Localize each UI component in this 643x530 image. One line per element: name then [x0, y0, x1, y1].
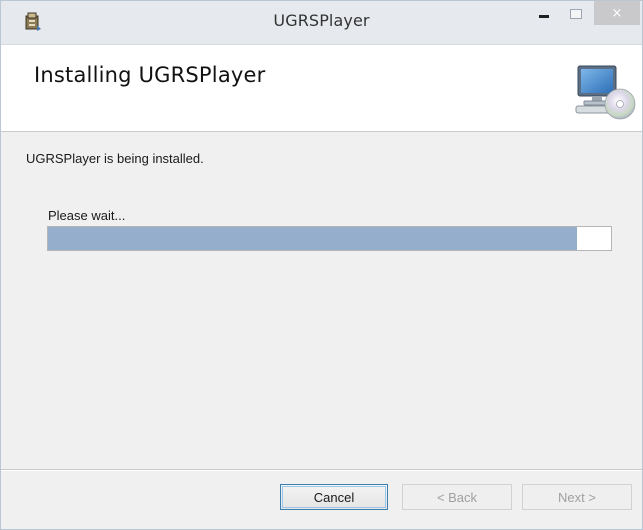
page-title: Installing UGRSPlayer [34, 63, 266, 87]
progress-bar-fill [48, 227, 578, 250]
wait-label: Please wait... [48, 208, 126, 223]
installer-window: UGRSPlayer × Installing UGRSPlayer UGRSP… [0, 0, 643, 530]
close-icon: × [611, 5, 623, 21]
cancel-button[interactable]: Cancel [280, 484, 388, 510]
computer-cd-icon [574, 62, 638, 122]
content-area: UGRSPlayer is being installed. Please wa… [1, 132, 642, 469]
status-message: UGRSPlayer is being installed. [26, 151, 204, 166]
minimize-button[interactable] [528, 1, 560, 27]
back-button[interactable]: < Back [402, 484, 512, 510]
maximize-button[interactable] [561, 1, 591, 27]
footer-divider [1, 469, 642, 471]
maximize-icon [570, 9, 582, 19]
close-button[interactable]: × [594, 1, 640, 25]
minimize-icon [539, 14, 549, 18]
header-banner: Installing UGRSPlayer [1, 45, 642, 132]
title-bar[interactable]: UGRSPlayer × [1, 1, 642, 45]
progress-bar [47, 226, 612, 251]
next-button[interactable]: Next > [522, 484, 632, 510]
